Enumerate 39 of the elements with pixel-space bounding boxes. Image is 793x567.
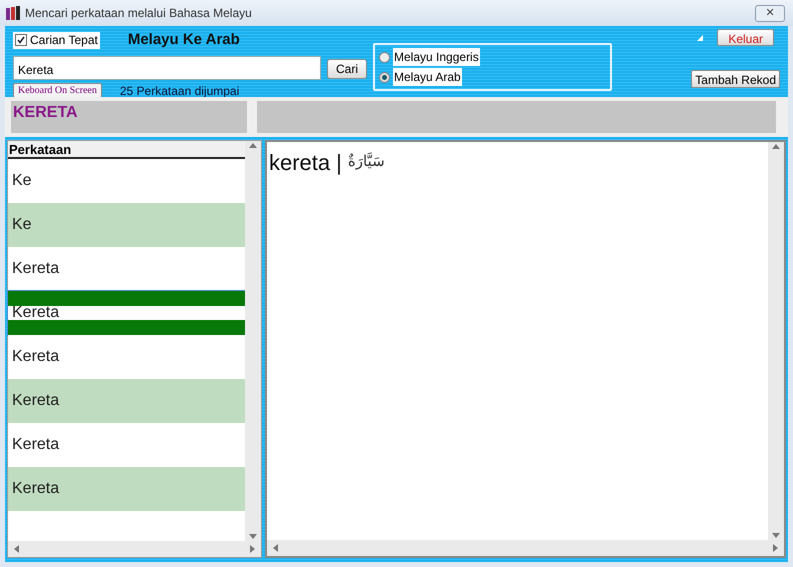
search-field[interactable]: Kereta [13,56,321,80]
scroll-up-icon[interactable] [772,144,780,149]
scroll-up-icon[interactable] [249,143,257,148]
window-title: Mencari perkataan melalui Bahasa Melayu [25,5,252,22]
separator: | [336,149,342,177]
radio-button[interactable] [379,72,390,82]
scroll-right-icon[interactable] [250,545,255,553]
resize-icon [697,34,704,40]
exit-button[interactable]: Keluar [717,29,774,46]
word-list-row[interactable]: Kereta [8,379,245,423]
word-list-row[interactable]: Ke [8,203,245,247]
arabic-word: سَيَّارَةٌ [348,151,385,172]
horizontal-scrollbar[interactable] [267,540,784,556]
scroll-down-icon[interactable] [249,534,257,539]
vertical-scrollbar[interactable] [768,142,784,540]
search-button[interactable]: Cari [327,59,368,79]
scroll-left-icon[interactable] [273,544,278,552]
word-list-row[interactable]: Kereta [8,291,245,335]
exact-search-checkbox[interactable]: Carian Tepat [13,32,100,49]
result-count: 25 Perkataan dijumpai [120,82,240,100]
horizontal-scrollbar[interactable] [8,541,261,557]
word-list-row[interactable]: Kereta [8,467,245,511]
keyboard-button[interactable]: Keboard On Screen [13,83,102,98]
check-icon [17,36,25,44]
column-header: Perkataan [8,141,245,159]
vertical-scrollbar[interactable] [245,141,261,541]
word-display: KERETA [11,101,247,133]
add-record-button[interactable]: Tambah Rekod [691,70,780,88]
scroll-down-icon[interactable] [772,533,780,538]
close-button[interactable]: ✕ [755,4,785,22]
mode-title: Melayu Ke Arab [128,30,240,50]
scroll-right-icon[interactable] [773,544,778,552]
language-radio[interactable]: Melayu Arab [379,68,606,86]
language-radio[interactable]: Melayu Inggeris [379,48,606,66]
scroll-left-icon[interactable] [14,545,19,553]
radio-button[interactable] [379,52,390,62]
checkbox[interactable] [15,34,27,46]
definition-word: kereta [269,149,330,177]
app-icon [5,5,21,21]
